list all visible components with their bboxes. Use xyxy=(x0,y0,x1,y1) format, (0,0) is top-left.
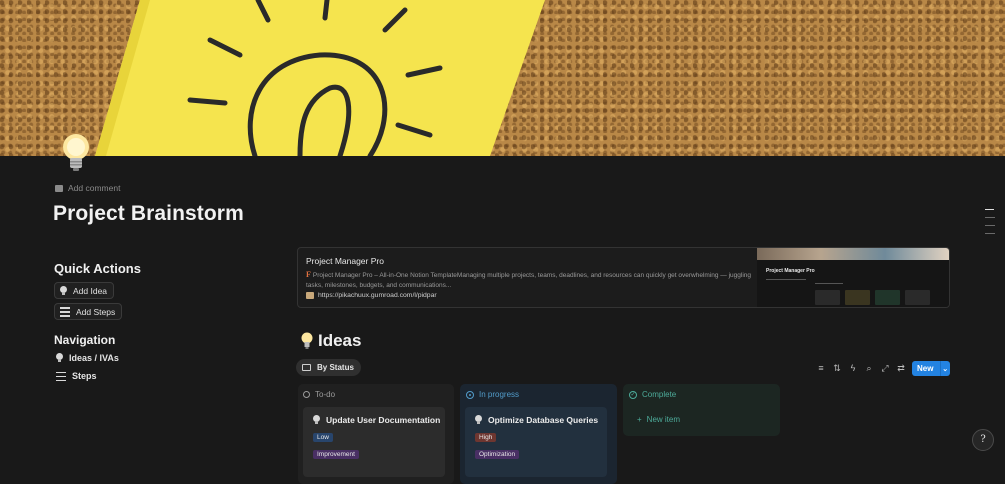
bookmark-url: https://pikachuux.gumroad.com/l/pidpar xyxy=(306,292,437,299)
add-idea-button[interactable]: Add Idea xyxy=(54,282,115,299)
board-card[interactable]: Optimize Database Queries High Optimizat… xyxy=(465,407,607,477)
bookmark-url-text: https://pikachuux.gumroad.com/l/pidpar xyxy=(318,292,437,299)
nav-item-label: Steps xyxy=(72,371,97,381)
checkmark-circle-icon: ✓ xyxy=(629,390,637,399)
bookmark-thumbnail: Project Manager Pro xyxy=(757,248,949,307)
column-label: To-do xyxy=(315,390,336,399)
bookmark-description-text: Project Manager Pro – All-in-One Notion … xyxy=(306,272,752,289)
add-steps-button[interactable]: Add Steps xyxy=(54,303,123,320)
favicon-icon xyxy=(306,292,314,299)
nav-item-label: Ideas / IVAs xyxy=(69,353,119,363)
navigation-heading: Navigation xyxy=(54,333,116,347)
lightbulb-sticky-note-illustration xyxy=(95,0,545,156)
add-idea-label: Add Idea xyxy=(73,285,108,296)
in-progress-icon xyxy=(466,390,474,399)
add-steps-label: Add Steps xyxy=(76,306,116,317)
page-cover-image[interactable] xyxy=(0,0,1005,156)
view-tab-by-status[interactable]: By Status xyxy=(296,359,361,376)
sort-icon[interactable]: ⇅ xyxy=(832,363,842,373)
column-label: In progress xyxy=(479,390,520,399)
filter-icon[interactable]: ≡ xyxy=(816,363,826,373)
table-of-contents-minimap[interactable] xyxy=(985,209,995,241)
toc-line[interactable] xyxy=(985,233,995,234)
new-item-label: New item xyxy=(646,415,681,424)
toc-line[interactable] xyxy=(985,209,994,210)
card-title: Optimize Database Queries xyxy=(475,415,598,425)
toc-line[interactable] xyxy=(985,217,995,218)
expand-icon[interactable]: ⤢ xyxy=(880,363,890,373)
card-title: Update User Documentation xyxy=(313,415,440,425)
card-title-text: Optimize Database Queries xyxy=(488,415,599,425)
new-item-button[interactable]: + New item xyxy=(637,415,680,424)
add-comment-button[interactable]: Add comment xyxy=(55,183,120,193)
thumbnail-title: Project Manager Pro xyxy=(766,268,815,274)
new-button[interactable]: New ⌄ xyxy=(912,361,950,376)
column-header-complete[interactable]: ✓ Complete xyxy=(629,390,676,399)
bookmark-description: F Project Manager Pro – All-in-One Notion… xyxy=(306,270,754,290)
new-button-label: New xyxy=(917,364,934,373)
column-label: Complete xyxy=(642,390,677,399)
lightbulb-icon xyxy=(60,285,67,296)
quick-actions-heading: Quick Actions xyxy=(54,261,141,276)
automation-bolt-icon[interactable]: ϟ xyxy=(848,363,858,373)
help-button[interactable]: ? xyxy=(972,429,994,451)
page-title[interactable]: Project Brainstorm xyxy=(53,202,244,226)
category-tag: Optimization xyxy=(475,450,520,459)
priority-tag: High xyxy=(475,433,497,442)
plus-icon: + xyxy=(637,415,642,424)
bookmark-title: Project Manager Pro xyxy=(306,256,384,266)
favicon-letter: F xyxy=(306,270,311,279)
card-title-text: Update User Documentation xyxy=(326,415,441,425)
toc-line[interactable] xyxy=(985,225,995,226)
comment-icon xyxy=(55,184,63,192)
lightbulb-icon xyxy=(313,415,320,425)
view-settings-icon[interactable]: ⇄ xyxy=(896,363,906,373)
checklist-icon xyxy=(60,307,70,317)
lightbulb-icon xyxy=(475,415,482,425)
priority-tag: Low xyxy=(313,433,333,442)
nav-item-ideas[interactable]: Ideas / IVAs xyxy=(56,353,119,363)
ideas-heading-text: Ideas xyxy=(318,331,362,350)
board-card[interactable]: Update User Documentation Low Improvemen… xyxy=(303,407,445,477)
column-header-todo[interactable]: To-do xyxy=(303,390,335,399)
checklist-icon xyxy=(56,371,66,381)
page-lightbulb-icon[interactable] xyxy=(58,132,94,176)
status-circle-icon xyxy=(303,391,310,398)
ideas-heading: Ideas xyxy=(301,331,361,351)
search-icon[interactable]: ⌕ xyxy=(864,363,874,373)
lightbulb-icon xyxy=(56,353,63,363)
bookmark-card[interactable]: Project Manager Pro F Project Manager Pro… xyxy=(297,247,950,308)
chevron-down-icon[interactable]: ⌄ xyxy=(940,365,950,373)
column-header-in-progress[interactable]: In progress xyxy=(466,390,519,399)
view-tab-label: By Status xyxy=(317,363,354,372)
add-comment-label: Add comment xyxy=(68,183,121,193)
lightbulb-icon xyxy=(301,332,313,350)
category-tag: Improvement xyxy=(313,450,359,459)
board-view-icon xyxy=(302,364,311,371)
nav-item-steps[interactable]: Steps xyxy=(56,371,97,381)
